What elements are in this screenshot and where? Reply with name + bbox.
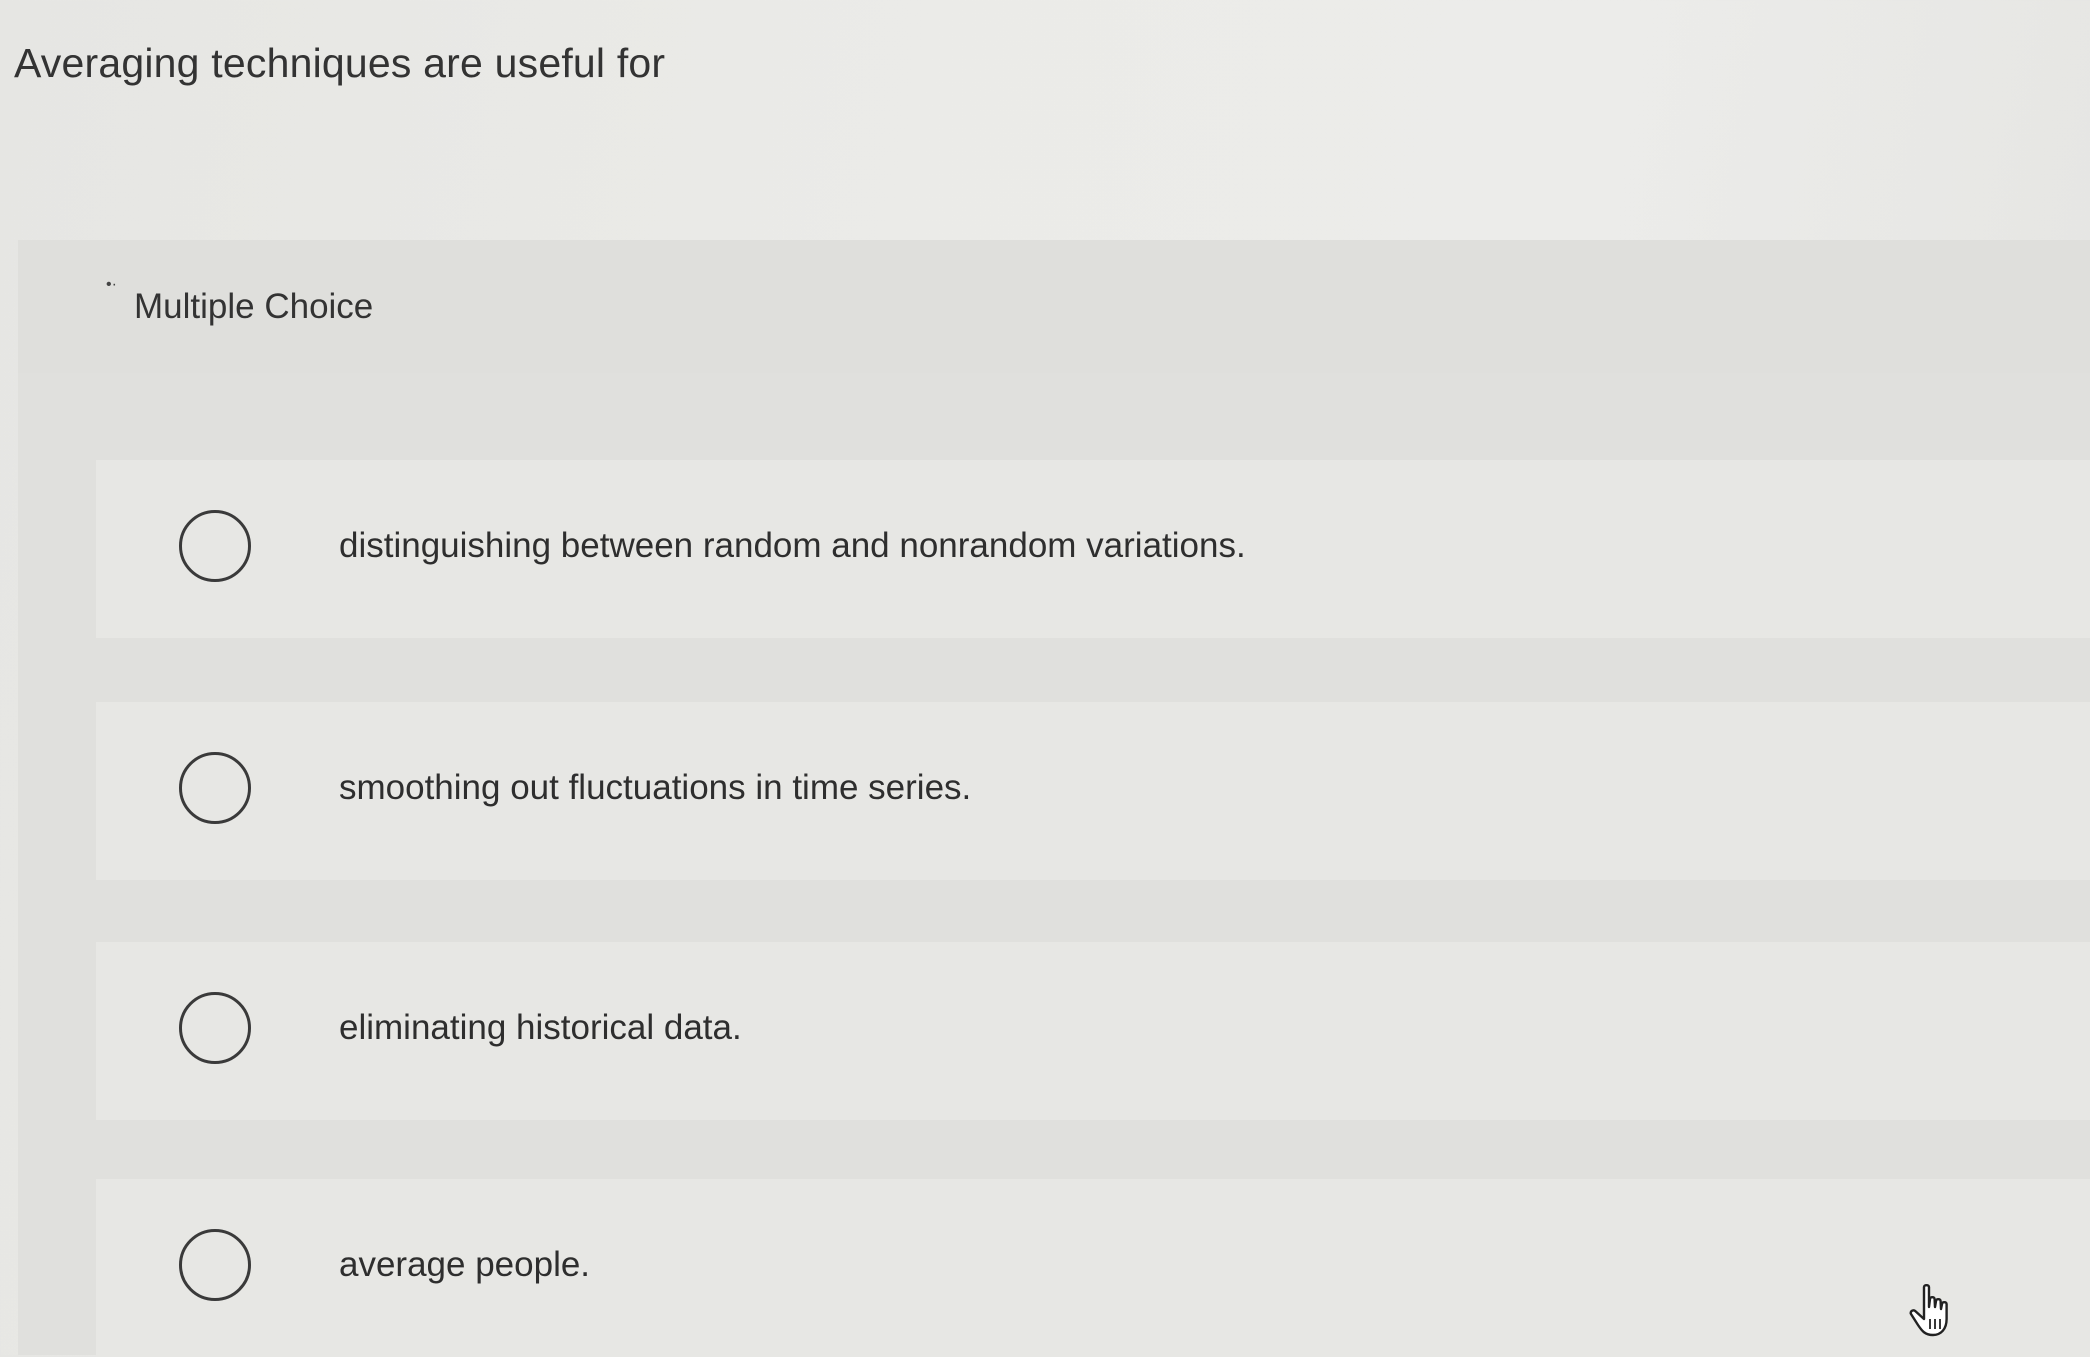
question-type-label: Multiple Choice: [134, 287, 374, 326]
radio-button[interactable]: [179, 752, 251, 824]
question-panel: •· Multiple Choice distinguishing betwee…: [18, 240, 2090, 1357]
question-prompt: Averaging techniques are useful for: [14, 40, 666, 86]
drag-handle-icon: •·: [106, 276, 117, 293]
answer-option-1[interactable]: distinguishing between random and nonran…: [96, 460, 2090, 638]
answer-options: distinguishing between random and nonran…: [18, 373, 2090, 1357]
radio-button[interactable]: [179, 1229, 251, 1301]
answer-option-text[interactable]: eliminating historical data.: [339, 1008, 742, 1048]
answer-option-text[interactable]: average people.: [339, 1245, 590, 1285]
question-type-row: •· Multiple Choice: [18, 240, 2090, 373]
answer-option-4[interactable]: average people.: [96, 1179, 2090, 1357]
answer-option-text[interactable]: distinguishing between random and nonran…: [339, 526, 1246, 566]
radio-button[interactable]: [179, 992, 251, 1064]
answer-option-3[interactable]: eliminating historical data.: [96, 942, 2090, 1120]
radio-button[interactable]: [179, 510, 251, 582]
hand-pointer-icon: [1909, 1284, 1948, 1337]
answer-option-2[interactable]: smoothing out fluctuations in time serie…: [96, 702, 2090, 880]
answer-option-text[interactable]: smoothing out fluctuations in time serie…: [339, 768, 971, 808]
